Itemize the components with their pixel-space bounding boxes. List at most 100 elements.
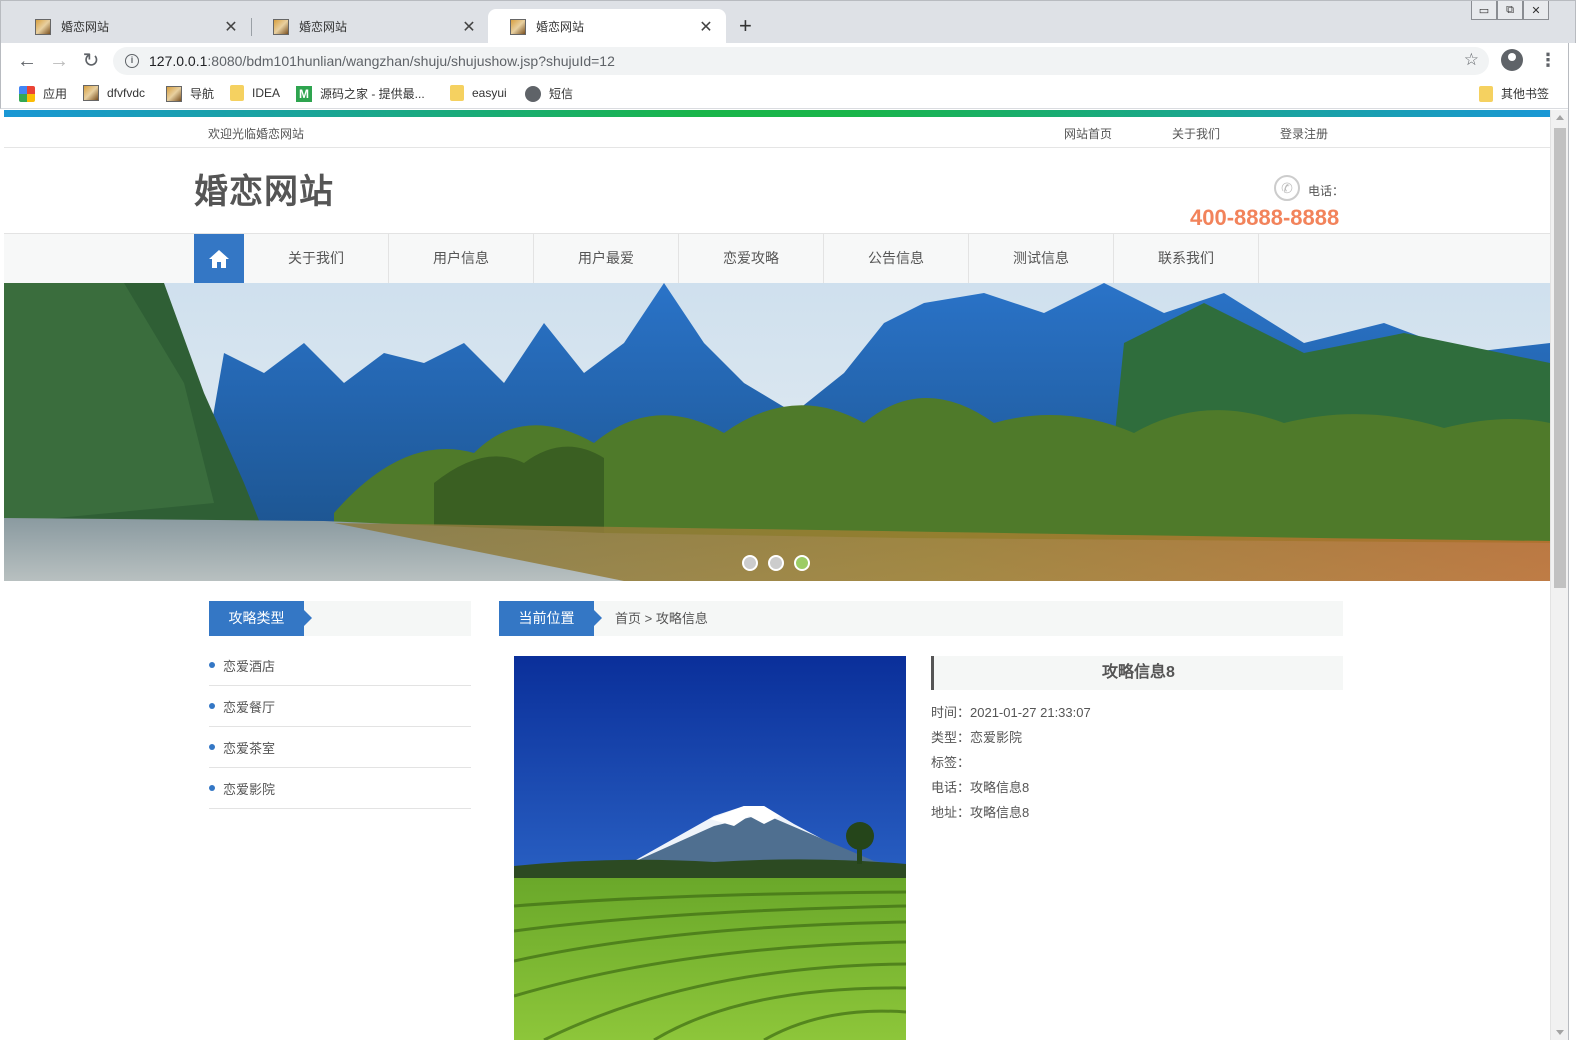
reload-icon[interactable]: ↻ [79,49,103,73]
welcome-text: 欢迎光临婚恋网站 [208,127,305,141]
top-link-about[interactable]: 关于我们 [1172,125,1280,142]
banner-landscape-image [4,283,1550,581]
sidebar-item[interactable]: 恋爱酒店 [209,645,471,686]
profile-avatar-icon[interactable] [1501,49,1523,71]
detail-fields: 时间：2021-01-27 21:33:07 类型：恋爱影院 标签： 电话：攻略… [931,703,1091,828]
bookmark-label: 短信 [549,87,574,101]
url-host: 127.0.0.1 [149,53,208,69]
detail-title: 攻略信息8 [1102,664,1175,681]
restore-button[interactable]: ⧉ [1497,1,1523,20]
nav-item-about[interactable]: 关于我们 [244,234,389,284]
page-icon [166,85,182,102]
sidebar-item[interactable]: 恋爱影院 [209,768,471,809]
nav-item-guides[interactable]: 恋爱攻略 [679,234,824,284]
banner-slideshow[interactable] [4,283,1550,581]
back-arrow-icon[interactable]: ← [15,49,39,73]
browser-tab[interactable]: 婚恋网站 ✕ [13,9,251,44]
sidebar-title: 攻略类型 [209,601,312,636]
sidebar-item[interactable]: 恋爱餐厅 [209,686,471,727]
bookmark-label: 源码之家 - 提供最... [320,87,425,101]
breadcrumb-path[interactable]: 首页 > 攻略信息 [615,601,708,636]
top-link-home[interactable]: 网站首页 [1064,125,1172,142]
folder-icon [1479,85,1493,102]
site-logo[interactable]: 婚恋网站 [194,164,334,213]
globe-icon [525,85,541,102]
m-logo-icon: M [296,85,312,102]
sidebar-item-label: 恋爱酒店 [223,658,276,674]
nav-item-tests[interactable]: 测试信息 [969,234,1114,284]
forward-arrow-icon[interactable]: → [47,49,71,73]
bullet-icon [209,744,215,750]
bookmark-label: 导航 [190,87,215,101]
phone-label: 电话： [1308,184,1345,198]
folder-icon [230,85,244,101]
nav-item-favorites[interactable]: 用户最爱 [534,234,679,284]
bookmark-item[interactable]: dfvfvdc [83,85,145,101]
tab-close-icon[interactable]: ✕ [698,17,714,37]
minimize-button[interactable]: ▭ [1471,1,1497,20]
nav-item-notices[interactable]: 公告信息 [824,234,969,284]
bookmark-star-icon[interactable]: ☆ [1464,50,1479,70]
scroll-up-icon[interactable] [1556,115,1564,120]
tab-title: 婚恋网站 [299,20,348,34]
scroll-thumb[interactable] [1554,128,1566,588]
bookmark-folder[interactable]: easyui [450,85,507,101]
bullet-icon [209,785,215,791]
bookmark-item[interactable]: M 源码之家 - 提供最... [296,85,425,102]
close-window-button[interactable]: ✕ [1523,1,1549,20]
nav-items: 关于我们 用户信息 用户最爱 恋爱攻略 公告信息 测试信息 联系我们 [244,234,1259,284]
nav-item-contact[interactable]: 联系我们 [1114,234,1259,284]
site-top-bar: 欢迎光临婚恋网站 网站首页 关于我们 登录注册 [4,117,1550,148]
bookmark-label: easyui [472,86,507,100]
sidebar-list: 恋爱酒店 恋爱餐厅 恋爱茶室 恋爱影院 [209,645,471,809]
bookmark-item[interactable]: 导航 [166,85,214,102]
nav-item-users[interactable]: 用户信息 [389,234,534,284]
bookmark-label: 其他书签 [1501,87,1550,101]
page-favicon-icon [273,18,289,35]
tab-close-icon[interactable]: ✕ [461,17,477,37]
top-link-login[interactable]: 登录注册 [1280,125,1388,142]
detail-type: 类型：恋爱影院 [931,730,1023,745]
folder-icon [450,85,464,101]
slide-dot[interactable] [742,555,758,571]
bookmark-label: IDEA [252,86,281,100]
detail-time: 时间：2021-01-27 21:33:07 [931,705,1091,720]
breadcrumb-label: 当前位置 [499,601,602,636]
other-bookmarks-folder[interactable]: 其他书签 [1479,85,1549,102]
tab-title: 婚恋网站 [536,20,585,34]
tab-close-icon[interactable]: ✕ [223,17,239,37]
sidebar-item[interactable]: 恋爱茶室 [209,727,471,768]
home-icon[interactable] [194,234,244,284]
browser-tab-active[interactable]: 婚恋网站 ✕ [488,9,726,44]
slide-dot-active[interactable] [794,555,810,571]
bookmarks-bar: 应用 dfvfvdc 导航 IDEA M 源码之家 - 提供最... easyu… [0,79,1576,109]
tab-title: 婚恋网站 [61,20,110,34]
browser-menu-icon[interactable]: ⋮ [1539,49,1557,71]
page-scrollbar[interactable] [1550,110,1568,1040]
page-favicon-icon [35,18,51,35]
top-links: 网站首页 关于我们 登录注册 [1064,125,1388,142]
detail-title-box: 攻略信息8 [931,656,1343,690]
window-right-border [1568,43,1576,1040]
scroll-down-icon[interactable] [1556,1030,1564,1035]
browser-tab[interactable]: 婚恋网站 ✕ [251,9,489,44]
browser-tab-strip: 婚恋网站 ✕ 婚恋网站 ✕ 婚恋网站 ✕ + ▭ ⧉ ✕ [0,0,1576,44]
detail-image [514,656,906,1040]
bookmark-item[interactable]: 短信 [525,85,573,102]
slide-dot[interactable] [768,555,784,571]
bookmark-label: dfvfvdc [107,86,146,100]
breadcrumb: 当前位置 首页 > 攻略信息 [499,601,1343,636]
new-tab-button[interactable]: + [739,15,752,37]
sidebar-item-label: 恋爱影院 [223,781,276,797]
bookmark-apps[interactable]: 应用 [19,85,67,102]
phone-icon: ✆ [1274,175,1300,201]
page-favicon-icon [510,18,526,35]
detail-address: 地址：攻略信息8 [931,805,1030,820]
mountain-tea-field-image [514,656,906,1040]
bookmark-folder[interactable]: IDEA [230,85,280,101]
site-info-icon[interactable]: i [125,54,139,68]
bookmark-label: 应用 [43,87,68,101]
address-bar[interactable]: i 127.0.0.1 :8080/bdm101hunlian/wangzhan… [113,47,1489,75]
detail-phone: 电话：攻略信息8 [931,780,1030,795]
sidebar-item-label: 恋爱茶室 [223,740,276,756]
